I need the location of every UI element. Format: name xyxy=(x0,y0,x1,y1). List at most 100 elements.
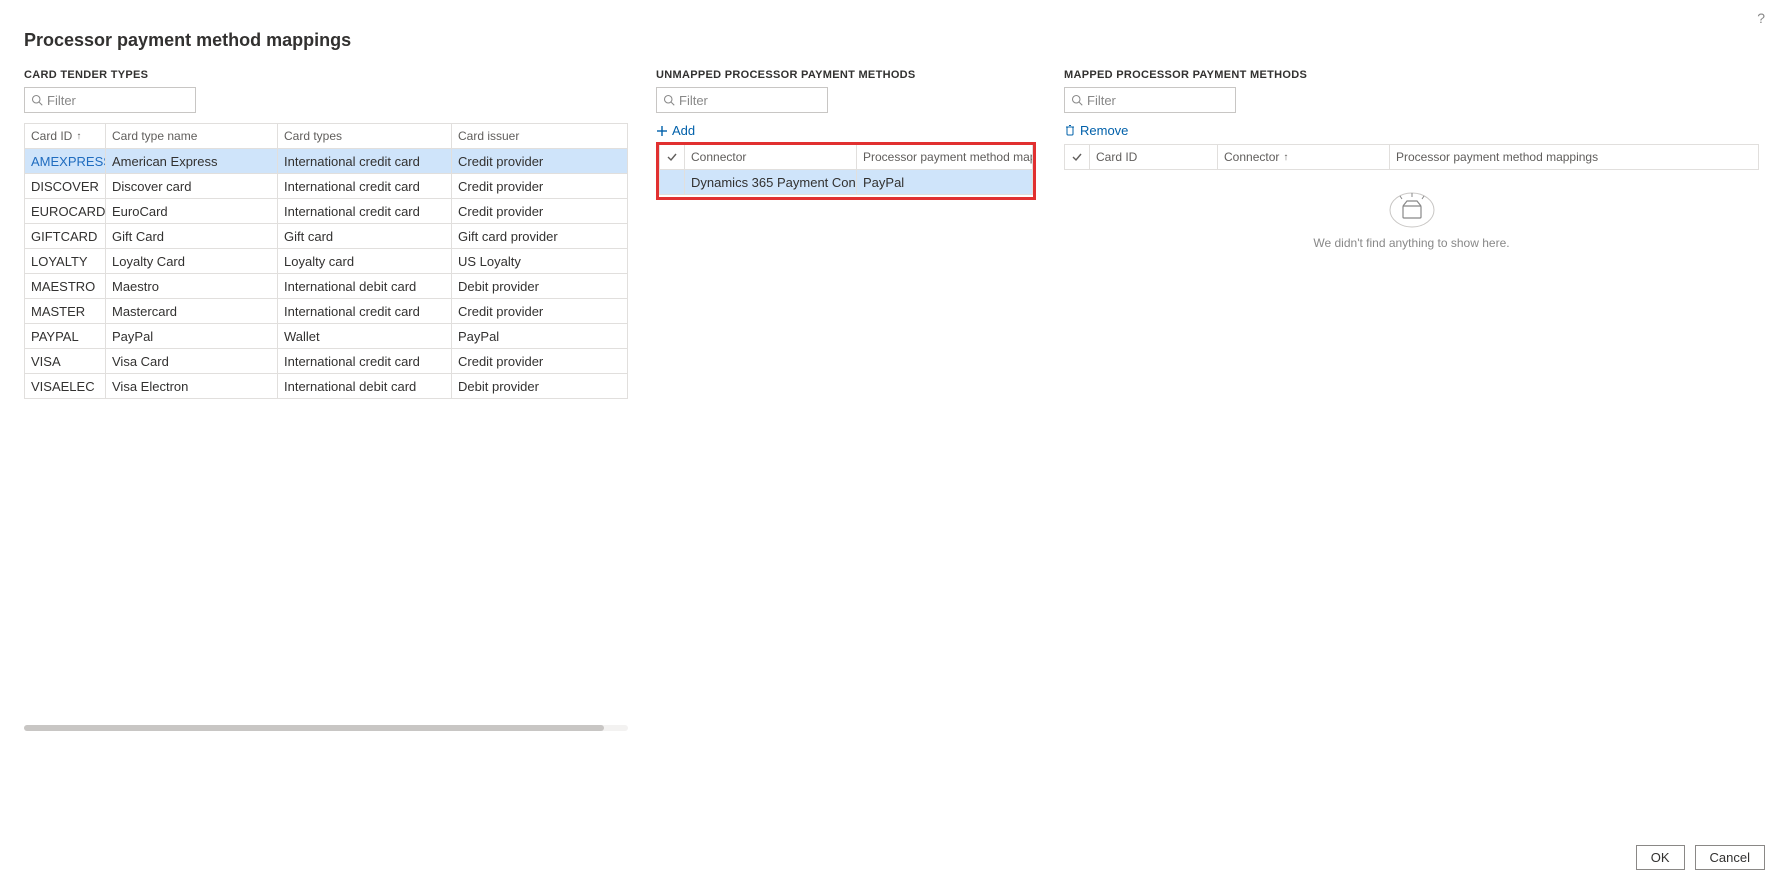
unmapped-filter[interactable] xyxy=(656,87,828,113)
table-row[interactable]: DISCOVERDiscover cardInternational credi… xyxy=(25,174,627,199)
card-tender-scrollbar[interactable] xyxy=(24,725,628,731)
search-icon xyxy=(31,94,43,106)
cell-card-id: MASTER xyxy=(25,299,105,323)
cell-select[interactable] xyxy=(660,170,684,194)
cell-card-types: Loyalty card xyxy=(277,249,451,273)
card-tender-section-label: CARD TENDER TYPES xyxy=(24,69,628,81)
card-tender-grid: Card ID↑ Card type name Card types Card … xyxy=(24,123,628,399)
unmapped-header-row: Connector Processor payment method mappi… xyxy=(660,145,1032,170)
table-row[interactable]: Dynamics 365 Payment Connect...PayPal xyxy=(660,170,1032,195)
table-row[interactable]: MASTERMastercardInternational credit car… xyxy=(25,299,627,324)
cell-card-types: International credit card xyxy=(277,149,451,173)
empty-box-icon xyxy=(1064,188,1759,228)
unmapped-grid: Connector Processor payment method mappi… xyxy=(659,145,1033,195)
mapped-header-row: Card ID Connector↑ Processor payment met… xyxy=(1065,145,1758,170)
col-card-type-name[interactable]: Card type name xyxy=(105,124,277,148)
cell-card-issuer: Credit provider xyxy=(451,349,627,373)
cell-card-id: PAYPAL xyxy=(25,324,105,348)
empty-message: We didn't find anything to show here. xyxy=(1064,236,1759,250)
cell-card-issuer: Credit provider xyxy=(451,199,627,223)
cell-card-issuer: Credit provider xyxy=(451,299,627,323)
card-tender-header-row: Card ID↑ Card type name Card types Card … xyxy=(25,124,627,149)
cell-card-issuer: Credit provider xyxy=(451,149,627,173)
col-card-id[interactable]: Card ID↑ xyxy=(25,124,105,148)
cell-card-types: International credit card xyxy=(277,299,451,323)
cell-card-type-name: Maestro xyxy=(105,274,277,298)
cell-card-types: Wallet xyxy=(277,324,451,348)
add-button[interactable]: Add xyxy=(656,123,1036,138)
cell-card-type-name: American Express xyxy=(105,149,277,173)
cell-card-issuer: Debit provider xyxy=(451,274,627,298)
cell-card-types: International debit card xyxy=(277,274,451,298)
table-row[interactable]: EUROCARDEuroCardInternational credit car… xyxy=(25,199,627,224)
card-tender-filter[interactable] xyxy=(24,87,196,113)
page-title: Processor payment method mappings xyxy=(24,30,1759,51)
col-card-issuer[interactable]: Card issuer xyxy=(451,124,627,148)
col-select[interactable] xyxy=(660,145,684,169)
cell-card-issuer: US Loyalty xyxy=(451,249,627,273)
unmapped-section-label: UNMAPPED PROCESSOR PAYMENT METHODS xyxy=(656,69,1036,81)
col-card-types[interactable]: Card types xyxy=(277,124,451,148)
cell-card-id: EUROCARD xyxy=(25,199,105,223)
table-row[interactable]: PAYPALPayPalWalletPayPal xyxy=(25,324,627,349)
table-row[interactable]: AMEXPRESSAmerican ExpressInternational c… xyxy=(25,149,627,174)
cell-card-id: VISAELEC xyxy=(25,374,105,398)
cell-card-type-name: Loyalty Card xyxy=(105,249,277,273)
col-mapping[interactable]: Processor payment method mappings xyxy=(856,145,1032,169)
mapped-panel: MAPPED PROCESSOR PAYMENT METHODS Remove … xyxy=(1064,69,1759,250)
ok-button[interactable]: OK xyxy=(1636,845,1685,870)
card-tender-panel: CARD TENDER TYPES Card ID↑ Card type nam… xyxy=(24,69,628,731)
sort-asc-icon: ↑ xyxy=(1283,152,1288,163)
cell-card-issuer: PayPal xyxy=(451,324,627,348)
cell-card-type-name: Discover card xyxy=(105,174,277,198)
card-tender-filter-input[interactable] xyxy=(47,93,189,108)
mapped-filter[interactable] xyxy=(1064,87,1236,113)
cell-card-id: MAESTRO xyxy=(25,274,105,298)
search-icon xyxy=(663,94,675,106)
cell-card-type-name: Gift Card xyxy=(105,224,277,248)
cell-card-type-name: Visa Card xyxy=(105,349,277,373)
unmapped-filter-input[interactable] xyxy=(679,93,821,108)
cell-card-type-name: EuroCard xyxy=(105,199,277,223)
cell-card-types: International credit card xyxy=(277,174,451,198)
trash-icon xyxy=(1064,124,1076,137)
cell-card-id: DISCOVER xyxy=(25,174,105,198)
mapped-empty-state: We didn't find anything to show here. xyxy=(1064,170,1759,250)
cell-mapping: PayPal xyxy=(856,170,1032,194)
plus-icon xyxy=(656,125,668,137)
table-row[interactable]: MAESTROMaestroInternational debit cardDe… xyxy=(25,274,627,299)
check-icon xyxy=(1071,151,1083,163)
col-connector[interactable]: Connector xyxy=(684,145,856,169)
table-row[interactable]: GIFTCARDGift CardGift cardGift card prov… xyxy=(25,224,627,249)
remove-label: Remove xyxy=(1080,123,1128,138)
remove-button[interactable]: Remove xyxy=(1064,123,1759,138)
cell-card-type-name: PayPal xyxy=(105,324,277,348)
cell-card-id: LOYALTY xyxy=(25,249,105,273)
table-row[interactable]: VISAVisa CardInternational credit cardCr… xyxy=(25,349,627,374)
col-card-id[interactable]: Card ID xyxy=(1089,145,1217,169)
mapped-section-label: MAPPED PROCESSOR PAYMENT METHODS xyxy=(1064,69,1759,81)
cell-card-type-name: Visa Electron xyxy=(105,374,277,398)
cell-card-types: International credit card xyxy=(277,199,451,223)
add-label: Add xyxy=(672,123,695,138)
search-icon xyxy=(1071,94,1083,106)
cell-card-issuer: Debit provider xyxy=(451,374,627,398)
table-row[interactable]: VISAELECVisa ElectronInternational debit… xyxy=(25,374,627,399)
cell-connector: Dynamics 365 Payment Connect... xyxy=(684,170,856,194)
col-select[interactable] xyxy=(1065,145,1089,169)
unmapped-panel: UNMAPPED PROCESSOR PAYMENT METHODS Add C… xyxy=(656,69,1036,200)
unmapped-highlight: Connector Processor payment method mappi… xyxy=(656,142,1036,200)
help-icon[interactable]: ? xyxy=(1757,10,1765,26)
mapped-grid: Card ID Connector↑ Processor payment met… xyxy=(1064,144,1759,170)
cell-card-issuer: Credit provider xyxy=(451,174,627,198)
cancel-button[interactable]: Cancel xyxy=(1695,845,1765,870)
cell-card-types: International credit card xyxy=(277,349,451,373)
mapped-filter-input[interactable] xyxy=(1087,93,1229,108)
cell-card-id: AMEXPRESS xyxy=(25,149,105,173)
col-mapping[interactable]: Processor payment method mappings xyxy=(1389,145,1758,169)
col-connector[interactable]: Connector↑ xyxy=(1217,145,1389,169)
table-row[interactable]: LOYALTYLoyalty CardLoyalty cardUS Loyalt… xyxy=(25,249,627,274)
cell-card-types: Gift card xyxy=(277,224,451,248)
check-icon xyxy=(666,151,678,163)
cell-card-types: International debit card xyxy=(277,374,451,398)
